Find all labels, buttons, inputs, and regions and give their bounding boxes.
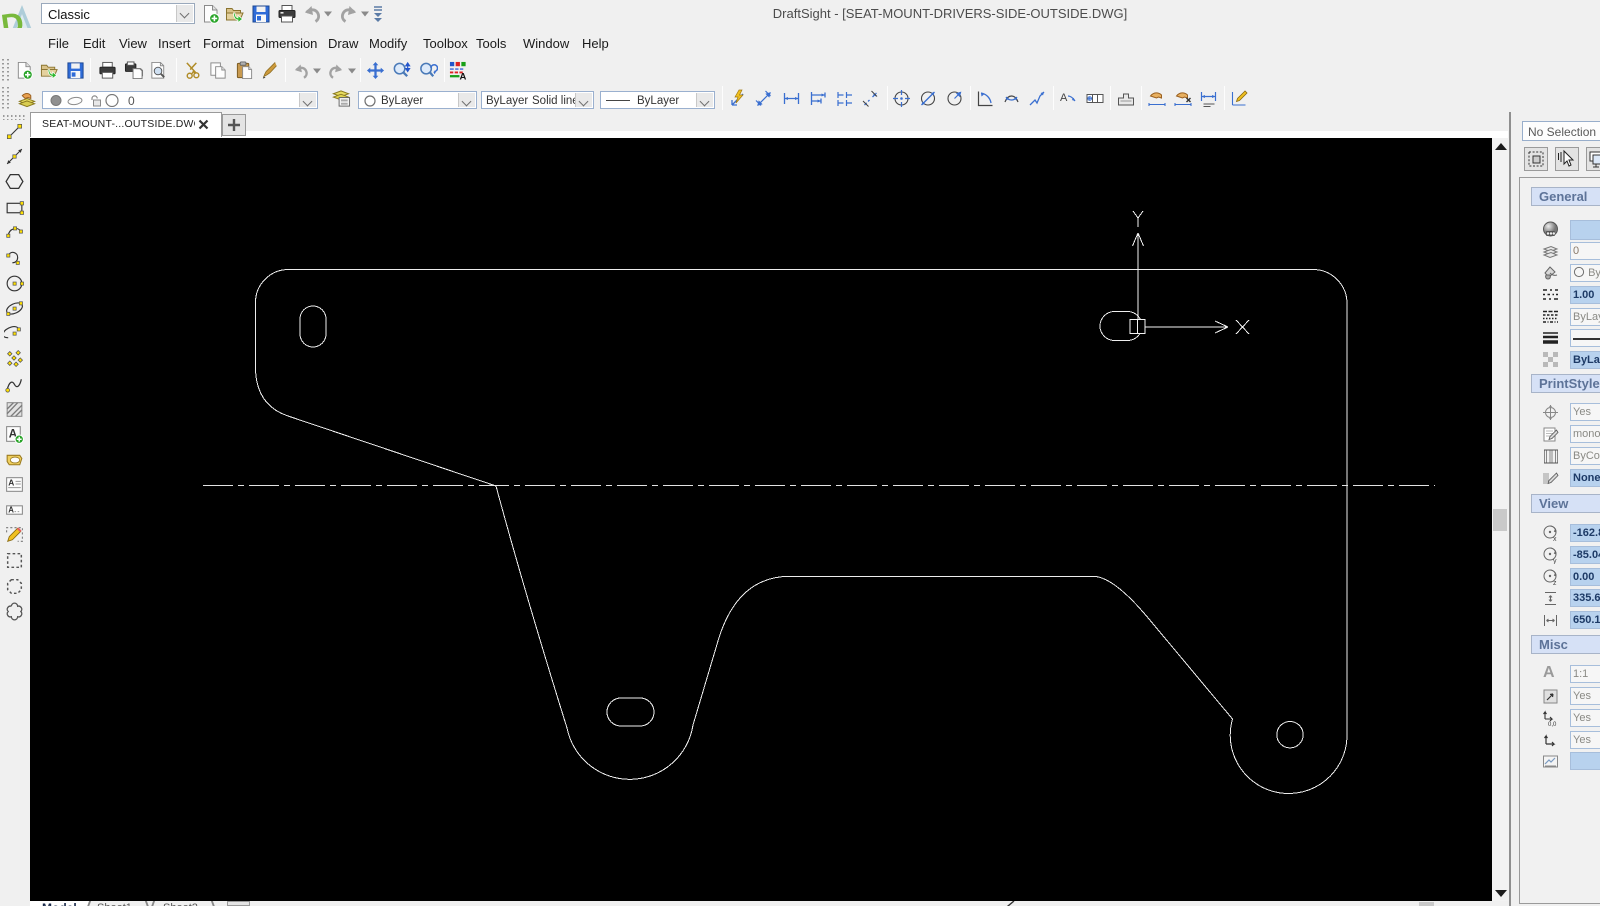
svg-text:A: A	[459, 72, 466, 80]
svg-text:A: A	[8, 506, 14, 515]
svg-text:x: x	[1553, 536, 1557, 542]
svg-text:A: A	[8, 478, 14, 488]
svg-text:A: A	[1060, 92, 1068, 104]
svg-text:y: y	[1553, 558, 1557, 564]
svg-text:0,0: 0,0	[1548, 722, 1557, 727]
svg-text:0: 0	[128, 94, 135, 107]
svg-text:z: z	[1553, 580, 1557, 586]
